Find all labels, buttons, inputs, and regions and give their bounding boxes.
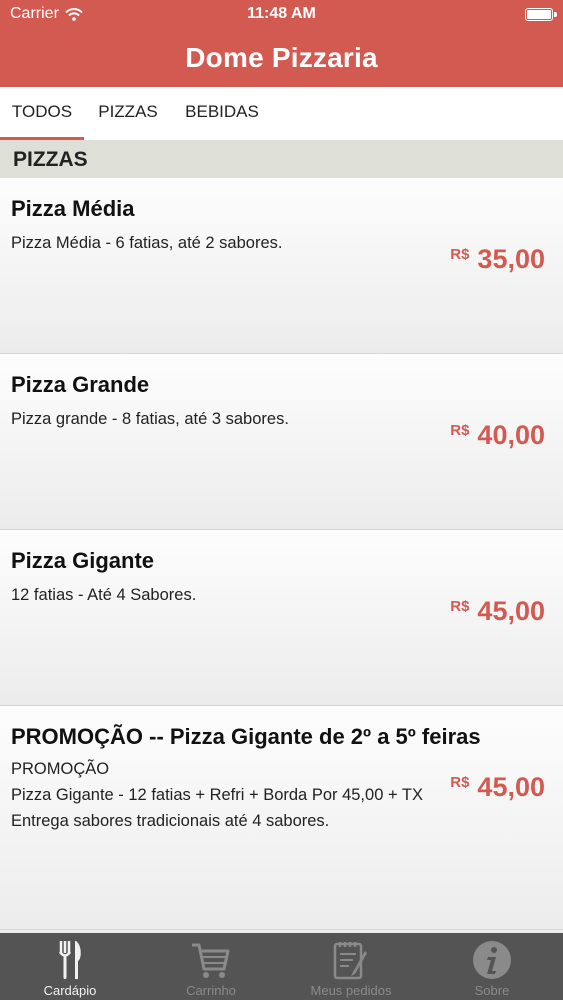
- cart-icon: [192, 943, 230, 978]
- item-name: PROMOÇÃO -- Pizza Gigante de 2º a 5º fei…: [11, 724, 481, 749]
- battery-icon: [525, 8, 557, 21]
- tabbar-label: Meus pedidos: [310, 983, 392, 998]
- fork-knife-icon: [58, 941, 81, 979]
- item-description: Pizza Média - 6 fatias, até 2 sabores.: [11, 234, 283, 252]
- price-currency: R$: [450, 422, 470, 439]
- item-price: R$ 45,00: [450, 772, 545, 803]
- tabbar-label: Cardápio: [43, 983, 97, 998]
- price-currency: R$: [450, 598, 470, 615]
- item-name: Pizza Grande: [11, 372, 150, 397]
- price-currency: R$: [450, 246, 470, 263]
- item-price: R$ 35,00: [450, 244, 545, 275]
- page-title: Dome Pizzaria: [185, 42, 378, 73]
- price-currency: R$: [450, 774, 470, 791]
- item-name: Pizza Média: [11, 196, 135, 221]
- menu-item-pizza-grande[interactable]: Pizza Grande Pizza grande - 8 fatias, at…: [0, 354, 563, 530]
- menu-item-promocao[interactable]: PROMOÇÃO -- Pizza Gigante de 2º a 5º fei…: [0, 706, 563, 930]
- tab-bebidas[interactable]: BEBIDAS: [176, 87, 268, 140]
- menu-list: Pizza Média Pizza Média - 6 fatias, até …: [0, 178, 563, 930]
- order-list-icon: [333, 942, 367, 980]
- info-icon: [473, 941, 511, 979]
- bottom-tab-bar: Cardápio Carrinho Meus pedidos Sobre: [0, 933, 563, 1000]
- tabbar-item-carrinho[interactable]: Carrinho: [141, 933, 281, 1000]
- price-value: 45,00: [477, 596, 545, 626]
- item-description: 12 fatias - Até 4 Sabores.: [11, 586, 197, 604]
- item-description: PROMOÇÃO Pizza Gigante - 12 fatias + Ref…: [11, 760, 423, 830]
- item-price: R$ 45,00: [450, 596, 545, 627]
- price-value: 45,00: [477, 772, 545, 802]
- menu-item-pizza-media[interactable]: Pizza Média Pizza Média - 6 fatias, até …: [0, 178, 563, 354]
- item-price: R$ 40,00: [450, 420, 545, 451]
- section-header: PIZZAS: [0, 140, 563, 178]
- status-bar: Carrier 11:48 AM: [0, 0, 563, 30]
- tabbar-label: Carrinho: [186, 983, 236, 998]
- item-name: Pizza Gigante: [11, 548, 155, 573]
- price-value: 40,00: [477, 420, 545, 450]
- category-tabs: TODOS PIZZAS BEBIDAS: [0, 87, 563, 140]
- menu-item-pizza-gigante[interactable]: Pizza Gigante 12 fatias - Até 4 Sabores.…: [0, 530, 563, 706]
- tab-todos[interactable]: TODOS: [0, 87, 84, 140]
- app-header: Carrier 11:48 AM Dome Pizzaria: [0, 0, 563, 87]
- tabbar-label: Sobre: [474, 983, 510, 998]
- tabbar-item-sobre[interactable]: Sobre: [422, 933, 562, 1000]
- price-value: 35,00: [477, 244, 545, 274]
- tabbar-item-meus-pedidos[interactable]: Meus pedidos: [281, 933, 421, 1000]
- tab-pizzas[interactable]: PIZZAS: [88, 87, 168, 140]
- tabbar-item-cardapio[interactable]: Cardápio: [0, 933, 140, 1000]
- item-description: Pizza grande - 8 fatias, até 3 sabores.: [11, 410, 289, 428]
- status-time: 11:48 AM: [247, 5, 316, 22]
